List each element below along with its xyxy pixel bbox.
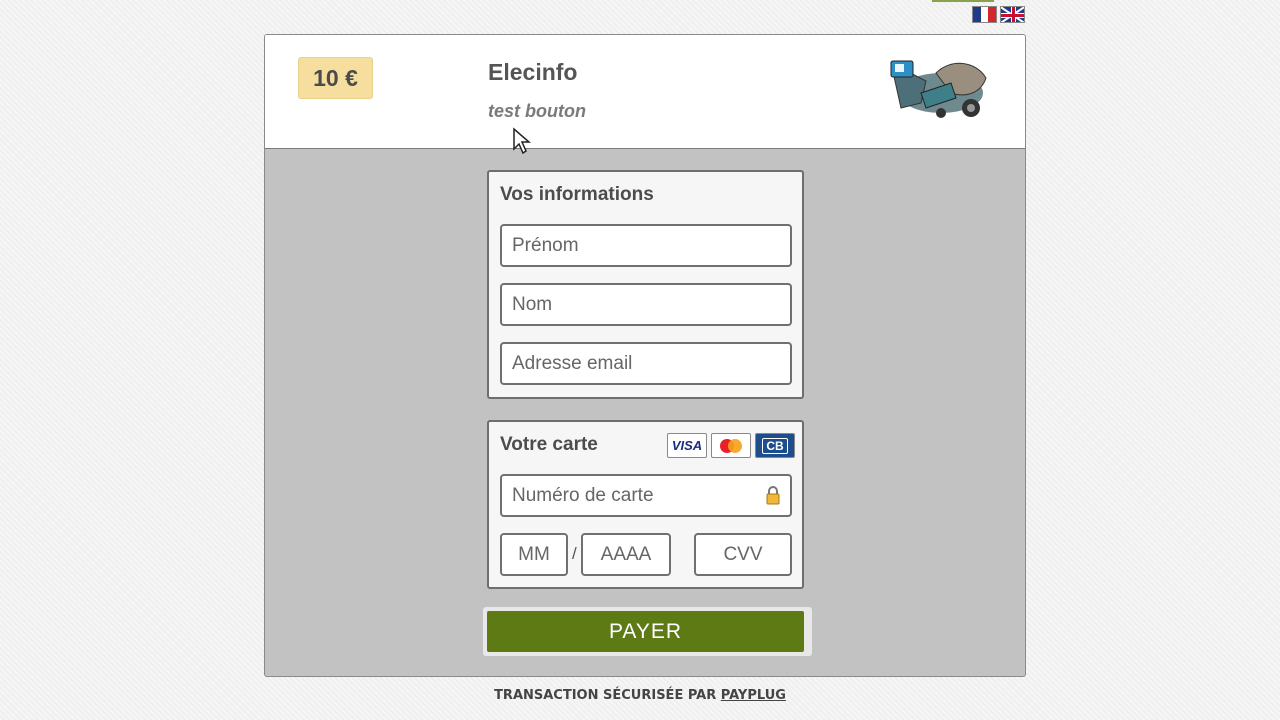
language-selector (972, 6, 1025, 23)
personal-info-title: Vos informations (500, 184, 654, 205)
email-field[interactable]: Adresse email (500, 342, 792, 385)
pay-button[interactable]: PAYER (487, 611, 804, 652)
secure-footer: TRANSACTION SÉCURISÉE PAR PAYPLUG (0, 688, 1280, 703)
uk-flag-icon[interactable] (1000, 6, 1025, 23)
cvv-field[interactable]: CVV (694, 533, 792, 576)
first-name-field[interactable]: Prénom (500, 224, 792, 267)
amount-badge: 10 € (298, 57, 373, 99)
merchant-logo-icon (890, 60, 987, 118)
card-info-panel: Votre carte VISA CB Numéro de carte MM /… (487, 420, 804, 589)
pay-button-wrapper: PAYER (483, 607, 812, 656)
card-number-placeholder: Numéro de carte (512, 484, 654, 506)
expiry-separator: / (572, 544, 577, 563)
top-accent-bar (932, 0, 994, 2)
card-number-field[interactable]: Numéro de carte (500, 474, 792, 517)
expiry-year-field[interactable]: AAAA (581, 533, 671, 576)
last-name-field[interactable]: Nom (500, 283, 792, 326)
merchant-name: Elecinfo (488, 59, 578, 85)
personal-info-panel: Vos informations Prénom Nom Adresse emai… (487, 170, 804, 399)
cb-icon: CB (755, 433, 795, 458)
payplug-link[interactable]: PAYPLUG (721, 688, 786, 703)
secure-text: TRANSACTION SÉCURISÉE PAR (494, 688, 721, 703)
mastercard-icon (711, 433, 751, 458)
accepted-cards: VISA CB (667, 433, 795, 458)
card-info-title: Votre carte (500, 434, 598, 455)
visa-icon: VISA (667, 433, 707, 458)
france-flag-icon[interactable] (972, 6, 997, 23)
payment-card: 10 € Elecinfo test bouton Vos informatio… (264, 34, 1026, 677)
mouse-cursor-icon (513, 127, 532, 155)
payment-description: test bouton (488, 101, 586, 121)
lock-icon (766, 486, 780, 505)
payment-header: 10 € Elecinfo test bouton (265, 35, 1025, 149)
expiry-month-field[interactable]: MM (500, 533, 568, 576)
